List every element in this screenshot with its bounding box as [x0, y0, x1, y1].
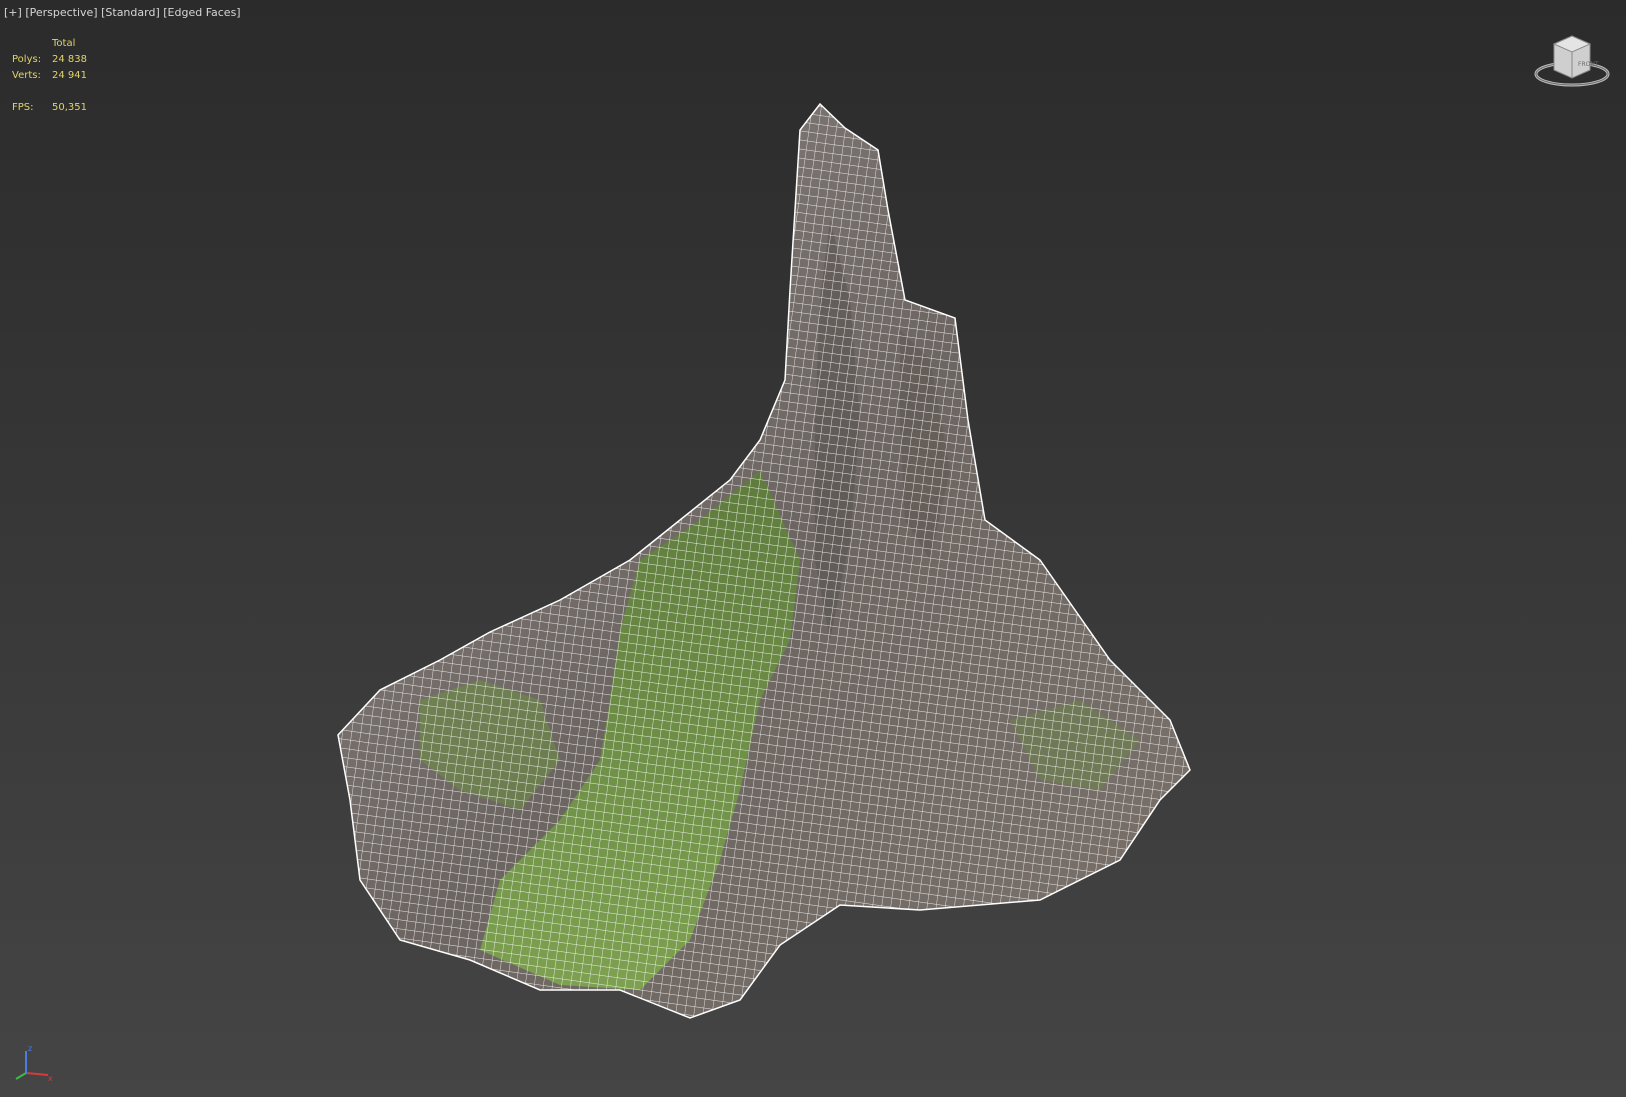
- axis-tripod-icon: x z: [15, 1044, 53, 1083]
- axis-x-label: x: [48, 1074, 53, 1083]
- viewcube-icon[interactable]: FRONT: [1532, 30, 1612, 92]
- axis-z-label: z: [28, 1044, 32, 1053]
- rock-mesh-object[interactable]: [0, 0, 1626, 1097]
- viewcube-front-label: FRONT: [1578, 61, 1599, 68]
- mesh-wireframe: [337, 102, 1191, 1019]
- 3d-viewport[interactable]: [+] [Perspective] [Standard] [Edged Face…: [0, 0, 1626, 1097]
